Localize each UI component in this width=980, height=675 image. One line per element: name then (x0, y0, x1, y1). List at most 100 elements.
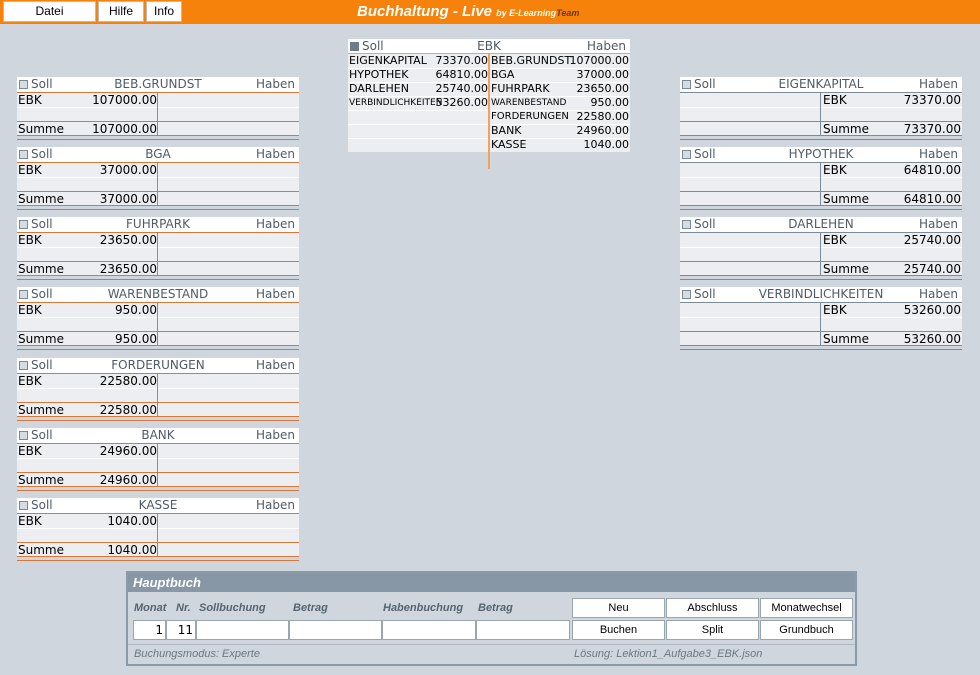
collapse-icon[interactable] (19, 501, 28, 510)
ebk-right-value: 22580.00 (576, 110, 630, 123)
buchungsmodus-text: Buchungsmodus: Experte (134, 648, 260, 660)
collapse-icon[interactable] (19, 431, 28, 440)
collapse-icon[interactable] (19, 220, 28, 229)
soll-label: Soll (31, 287, 53, 301)
collapse-icon[interactable] (682, 150, 691, 159)
summe-label: Summe (823, 262, 869, 276)
collapse-icon[interactable] (19, 150, 28, 159)
ebk-account: Soll EBK Haben EIGENKAPITAL 73370.00 BEB… (348, 39, 630, 169)
col-betrag-haben-label: Betrag (478, 602, 513, 614)
account-header: Soll FORDERUNGEN Haben (17, 358, 299, 373)
habenbuchung-input[interactable] (382, 620, 476, 640)
menu-datei-button[interactable]: Datei (3, 1, 96, 22)
account-value: 23650.00 (99, 233, 157, 247)
account-header: Soll BGA Haben (17, 147, 299, 162)
summe-label: Summe (823, 122, 869, 136)
buchen-button[interactable]: Buchen (572, 620, 665, 640)
account-title: KASSE (138, 498, 178, 512)
account-eigenkapital: Soll EIGENKAPITAL Haben EBK 73370.00 Sum… (680, 77, 962, 140)
account-hypothek: Soll HYPOTHEK Haben EBK 64810.00 Summe 6… (680, 147, 962, 210)
soll-label: Soll (31, 147, 53, 161)
account-sum: 22580.00 (99, 403, 157, 417)
ebk-right-value: 37000.00 (576, 68, 630, 81)
account-body: EBK 25740.00 Summe 25740.00 (680, 232, 962, 276)
account-bga: Soll BGA Haben EBK 37000.00 Summe 37000.… (17, 147, 299, 210)
col-nr-label: Nr. (176, 602, 191, 614)
soll-label: Soll (31, 217, 53, 231)
summe-label: Summe (18, 192, 64, 206)
betrag-haben-input[interactable] (476, 620, 570, 640)
ebk-right-value: 107000.00 (569, 54, 630, 67)
menu-info-button[interactable]: Info (146, 1, 182, 22)
haben-label: Haben (587, 39, 626, 53)
nr-input[interactable]: 11 (166, 620, 196, 640)
ebk-right-name: KASSE (491, 138, 527, 151)
app-title: Buchhaltung - Live by E-LearningTeam (357, 3, 579, 20)
account-header: Soll BEB.GRUNDST Haben (17, 77, 299, 92)
abschluss-button[interactable]: Abschluss (666, 598, 759, 618)
neu-button[interactable]: Neu (572, 598, 665, 618)
hauptbuch-panel: Hauptbuch Monat Nr. Sollbuchung Betrag H… (126, 571, 857, 666)
ebk-label: EBK (823, 163, 847, 177)
ebk-divider (488, 54, 490, 169)
ebk-left-value: 73370.00 (435, 54, 489, 67)
ebk-left-name: HYPOTHEK (349, 68, 409, 81)
summe-label: Summe (823, 332, 869, 346)
collapse-icon[interactable] (682, 80, 691, 89)
app-team-text: Team (556, 8, 580, 18)
ebk-label: EBK (18, 303, 42, 317)
summe-label: Summe (18, 332, 64, 346)
account-value: 950.00 (115, 303, 157, 317)
summe-label: Summe (18, 403, 64, 417)
account-sum: 37000.00 (99, 192, 157, 206)
account-body: EBK 53260.00 Summe 53260.00 (680, 302, 962, 346)
ebk-title: EBK (477, 39, 501, 53)
ebk-label: EBK (823, 93, 847, 107)
account-header: Soll WARENBESTAND Haben (17, 287, 299, 302)
ebk-left-value: 64810.00 (435, 68, 489, 81)
account-fuhrpark: Soll FUHRPARK Haben EBK 23650.00 Summe 2… (17, 217, 299, 280)
ebk-label: EBK (18, 444, 42, 458)
collapse-icon[interactable] (682, 220, 691, 229)
account-body: EBK 64810.00 Summe 64810.00 (680, 162, 962, 206)
soll-label: Soll (694, 147, 716, 161)
haben-label: Haben (256, 287, 295, 301)
ebk-right-name: WARENBESTAND (491, 98, 567, 108)
split-button[interactable]: Split (666, 620, 759, 640)
collapse-icon[interactable] (682, 290, 691, 299)
menu-hilfe-button[interactable]: Hilfe (98, 1, 144, 22)
account-sum: 73370.00 (903, 122, 961, 136)
collapse-icon[interactable] (19, 361, 28, 370)
soll-label: Soll (31, 358, 53, 372)
ebk-label: EBK (823, 303, 847, 317)
sollbuchung-input[interactable] (196, 620, 289, 640)
account-value: 37000.00 (99, 163, 157, 177)
soll-label: Soll (31, 428, 53, 442)
account-title: DARLEHEN (788, 217, 854, 231)
ebk-label: EBK (18, 93, 42, 107)
ebk-left-name: EIGENKAPITAL (349, 54, 427, 67)
ebk-left-value: 25740.00 (435, 82, 489, 95)
ebk-label: EBK (18, 374, 42, 388)
monat-input[interactable]: 1 (133, 620, 166, 640)
collapse-icon[interactable] (19, 80, 28, 89)
ebk-label: EBK (18, 514, 42, 528)
account-sum: 1040.00 (107, 543, 157, 557)
betrag-soll-input[interactable] (289, 620, 382, 640)
app-by-text: by E-Learning (496, 8, 557, 18)
haben-label: Haben (256, 77, 295, 91)
loesung-text: Lösung: Lektion1_Aufgabe3_EBK.json (574, 648, 763, 660)
monatwechsel-button[interactable]: Monatwechsel (760, 598, 853, 618)
ebk-header: Soll EBK Haben (348, 39, 630, 54)
account-value: 53260.00 (903, 303, 961, 317)
account-bank: Soll BANK Haben EBK 24960.00 Summe 24960… (17, 428, 299, 491)
account-value: 22580.00 (99, 374, 157, 388)
account-title: BGA (145, 147, 171, 161)
summe-label: Summe (823, 192, 869, 206)
ebk-right-name: FORDERUNGEN (491, 111, 569, 122)
hauptbuch-title: Hauptbuch (128, 573, 855, 592)
collapse-icon[interactable] (350, 42, 359, 51)
grundbuch-button[interactable]: Grundbuch (760, 620, 853, 640)
col-betrag-soll-label: Betrag (293, 602, 328, 614)
collapse-icon[interactable] (19, 290, 28, 299)
